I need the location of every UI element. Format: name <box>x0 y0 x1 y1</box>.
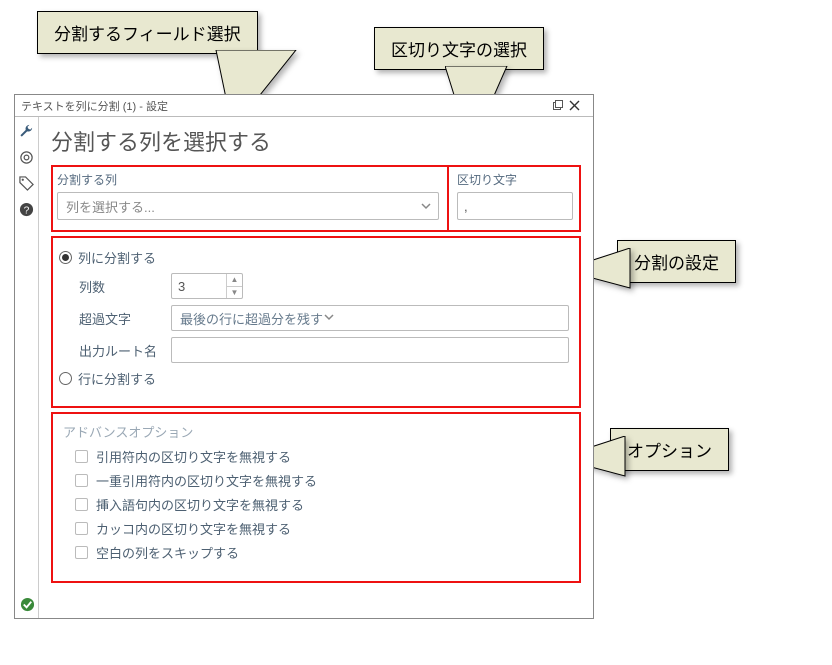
chevron-down-icon <box>420 200 432 215</box>
callout-delimiter-select: 区切り文字の選択 <box>374 27 544 70</box>
window-title: テキストを列に分割 (1) - 設定 <box>21 98 551 114</box>
svg-text:?: ? <box>24 205 30 216</box>
radio-icon <box>59 251 72 264</box>
output-root-label: 出力ルート名 <box>79 341 159 360</box>
advanced-title: アドバンスオプション <box>63 422 569 441</box>
split-settings-box: 列に分割する 列数 3 ▲ ▼ 超過文字 最後の行に超過分を残す <box>51 236 581 408</box>
wrench-icon[interactable] <box>19 123 35 139</box>
sidebar: ? <box>15 117 39 618</box>
chk-ignore-brackets[interactable]: 挿入語句内の区切り文字を無視する <box>75 495 569 514</box>
radio-icon <box>59 372 72 385</box>
overflow-label: 超過文字 <box>79 309 159 328</box>
delimiter-input[interactable]: , <box>457 192 573 220</box>
main-panel: 分割する列を選択する 分割する列 列を選択する... 区切り文字 , <box>39 117 593 618</box>
tag-icon[interactable] <box>19 175 35 191</box>
titlebar: テキストを列に分割 (1) - 設定 <box>15 95 593 117</box>
chk-ignore-parens[interactable]: カッコ内の区切り文字を無視する <box>75 519 569 538</box>
restore-icon[interactable] <box>551 100 569 112</box>
split-column-placeholder: 列を選択する... <box>66 197 155 216</box>
spinner-down-icon[interactable]: ▼ <box>227 287 242 299</box>
num-cols-label: 列数 <box>79 277 159 296</box>
callout-field-select: 分割するフィールド選択 <box>37 11 258 54</box>
target-icon[interactable] <box>19 149 35 165</box>
page-title: 分割する列を選択する <box>51 125 581 157</box>
num-cols-input[interactable]: 3 ▲ ▼ <box>171 273 243 299</box>
help-icon[interactable]: ? <box>19 201 35 217</box>
chk-ignore-single-quotes[interactable]: 一重引用符内の区切り文字を無視する <box>75 471 569 490</box>
spinner-up-icon[interactable]: ▲ <box>227 274 242 287</box>
chevron-down-icon <box>323 311 335 326</box>
split-column-label: 分割する列 <box>57 171 439 188</box>
split-column-select[interactable]: 列を選択する... <box>57 192 439 220</box>
close-icon[interactable] <box>569 100 587 111</box>
ok-icon[interactable] <box>19 596 35 612</box>
output-root-input[interactable] <box>171 337 569 363</box>
num-spinner[interactable]: ▲ ▼ <box>226 274 242 298</box>
chk-ignore-quotes[interactable]: 引用符内の区切り文字を無視する <box>75 447 569 466</box>
config-dialog: テキストを列に分割 (1) - 設定 ? 分割する <box>14 94 594 619</box>
advanced-options-box: アドバンスオプション 引用符内の区切り文字を無視する 一重引用符内の区切り文字を… <box>51 412 581 583</box>
overflow-select[interactable]: 最後の行に超過分を残す <box>171 305 569 331</box>
delimiter-label: 区切り文字 <box>457 171 573 188</box>
radio-split-to-rows[interactable]: 行に分割する <box>59 369 569 388</box>
radio-split-to-cols[interactable]: 列に分割する <box>59 248 569 267</box>
chk-skip-blank[interactable]: 空白の列をスキップする <box>75 543 569 562</box>
